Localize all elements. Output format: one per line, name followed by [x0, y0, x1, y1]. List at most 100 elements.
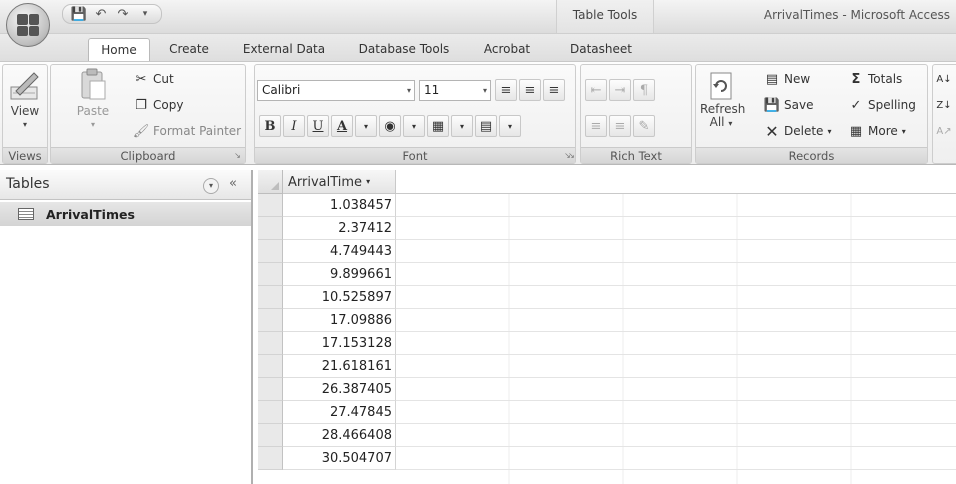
empty-row-area	[396, 194, 956, 217]
table-row[interactable]: 1.038457	[258, 194, 956, 217]
bulleted-list-icon[interactable]: ≡	[609, 115, 631, 137]
table-row[interactable]: 27.47845	[258, 401, 956, 424]
font-color-button[interactable]: A	[331, 115, 353, 137]
table-row[interactable]: 30.504707	[258, 447, 956, 470]
column-header-arrivaltime[interactable]: ArrivalTime ▾	[283, 170, 396, 194]
tab-external-data[interactable]: External Data	[230, 38, 338, 61]
title-bar: 💾 ↶ ↷ ▾ Table Tools ArrivalTimes - Micro…	[0, 0, 956, 34]
table-row[interactable]: 21.618161	[258, 355, 956, 378]
numbered-list-icon[interactable]: ≡	[585, 115, 607, 137]
row-selector[interactable]	[258, 240, 283, 263]
row-selector[interactable]	[258, 286, 283, 309]
dialog-launcher-icon[interactable]: ↘	[233, 151, 242, 160]
table-cell-arrivaltime[interactable]: 27.47845	[283, 401, 396, 424]
delete-record-button[interactable]: ✕ Delete ▾	[764, 122, 831, 141]
chevron-down-icon[interactable]: ▾	[366, 177, 370, 186]
font-size-select[interactable]: 11 ▾	[419, 80, 491, 101]
table-cell-arrivaltime[interactable]: 17.09886	[283, 309, 396, 332]
italic-button[interactable]: I	[283, 115, 305, 137]
table-row[interactable]: 17.153128	[258, 332, 956, 355]
table-row[interactable]: 2.37412	[258, 217, 956, 240]
highlight-icon[interactable]: ✎	[633, 115, 655, 137]
tab-database-tools[interactable]: Database Tools	[348, 38, 460, 61]
row-selector[interactable]	[258, 309, 283, 332]
save-icon[interactable]: 💾	[71, 6, 87, 22]
row-selector[interactable]	[258, 447, 283, 470]
table-cell-arrivaltime[interactable]: 21.618161	[283, 355, 396, 378]
bold-button[interactable]: B	[259, 115, 281, 137]
column-header-label: ArrivalTime	[288, 175, 363, 190]
row-selector[interactable]	[258, 194, 283, 217]
increase-indent-icon[interactable]: ⇥	[609, 79, 631, 101]
align-center-icon[interactable]: ≡	[519, 79, 541, 101]
font-name-select[interactable]: Calibri ▾	[257, 80, 415, 101]
tab-create[interactable]: Create	[160, 38, 218, 61]
redo-icon[interactable]: ↷	[115, 6, 131, 22]
table-row[interactable]: 28.466408	[258, 424, 956, 447]
new-record-button[interactable]: ▤ New	[764, 71, 810, 87]
more-grid-icon: ▦	[849, 123, 863, 139]
format-painter-button[interactable]: 🖌 Format Painter	[133, 123, 241, 139]
tab-datasheet[interactable]: Datasheet	[562, 38, 640, 61]
new-label: New	[784, 72, 811, 86]
table-cell-arrivaltime[interactable]: 30.504707	[283, 447, 396, 470]
office-button[interactable]	[6, 3, 50, 47]
paragraph-direction-icon[interactable]: ¶	[633, 79, 655, 101]
table-cell-arrivaltime[interactable]: 17.153128	[283, 332, 396, 355]
align-left-icon[interactable]: ≡	[495, 79, 517, 101]
copy-button[interactable]: ❐ Copy	[133, 97, 183, 113]
tab-acrobat[interactable]: Acrobat	[472, 38, 542, 61]
save-record-button[interactable]: 💾 Save	[764, 97, 814, 113]
chevron-down-icon: ▾	[406, 86, 411, 95]
table-cell-arrivaltime[interactable]: 4.749443	[283, 240, 396, 263]
undo-icon[interactable]: ↶	[93, 6, 109, 22]
row-selector[interactable]	[258, 332, 283, 355]
align-right-icon[interactable]: ≡	[543, 79, 565, 101]
table-row[interactable]: 9.899661	[258, 263, 956, 286]
chevron-down-icon[interactable]: ▾	[203, 178, 219, 194]
table-cell-arrivaltime[interactable]: 10.525897	[283, 286, 396, 309]
row-selector[interactable]	[258, 401, 283, 424]
table-cell-arrivaltime[interactable]: 28.466408	[283, 424, 396, 447]
decrease-indent-icon[interactable]: ⇤	[585, 79, 607, 101]
collapse-double-chevron-icon[interactable]: «	[229, 176, 237, 191]
row-selector[interactable]	[258, 355, 283, 378]
clear-sort-button[interactable]: A↗	[936, 123, 952, 139]
table-row[interactable]: 17.09886	[258, 309, 956, 332]
paste-button[interactable]: Paste ▾	[73, 67, 113, 131]
row-selector[interactable]	[258, 378, 283, 401]
gridlines-icon[interactable]: ▦	[427, 115, 449, 137]
clipboard-group-label: Clipboard	[51, 147, 245, 163]
chevron-down-icon[interactable]: ▾	[499, 115, 521, 137]
table-cell-arrivaltime[interactable]: 9.899661	[283, 263, 396, 286]
table-row[interactable]: 4.749443	[258, 240, 956, 263]
row-selector[interactable]	[258, 217, 283, 240]
more-button[interactable]: ▦ More ▾	[848, 123, 906, 139]
cut-button[interactable]: ✂ Cut	[133, 71, 174, 87]
row-selector[interactable]	[258, 424, 283, 447]
table-cell-arrivaltime[interactable]: 1.038457	[283, 194, 396, 217]
nav-pane-header[interactable]: Tables ▾ «	[0, 170, 251, 200]
nav-item-arrivaltimes[interactable]: ArrivalTimes	[0, 202, 251, 226]
spelling-button[interactable]: ✓ Spelling	[848, 97, 916, 113]
refresh-all-button[interactable]: Refresh All ▾	[700, 71, 745, 130]
table-row[interactable]: 10.525897	[258, 286, 956, 309]
table-cell-arrivaltime[interactable]: 2.37412	[283, 217, 396, 240]
chevron-down-icon[interactable]: ▾	[451, 115, 473, 137]
sort-ascending-button[interactable]: A↓	[936, 71, 952, 87]
select-all-button[interactable]	[258, 170, 283, 194]
sort-descending-button[interactable]: Z↓	[936, 97, 952, 113]
totals-button[interactable]: Σ Totals	[848, 71, 903, 87]
underline-button[interactable]: U	[307, 115, 329, 137]
row-selector[interactable]	[258, 263, 283, 286]
fill-color-icon[interactable]: ◉	[379, 115, 401, 137]
chevron-down-icon[interactable]: ▾	[403, 115, 425, 137]
table-cell-arrivaltime[interactable]: 26.387405	[283, 378, 396, 401]
view-button[interactable]: View ▾	[5, 69, 45, 131]
table-row[interactable]: 26.387405	[258, 378, 956, 401]
customize-icon[interactable]: ▾	[137, 6, 153, 22]
alternate-fill-icon[interactable]: ▤	[475, 115, 497, 137]
dialog-launcher-icon[interactable]: ↘	[567, 151, 576, 160]
chevron-down-icon[interactable]: ▾	[355, 115, 377, 137]
tab-home[interactable]: Home	[88, 38, 150, 61]
